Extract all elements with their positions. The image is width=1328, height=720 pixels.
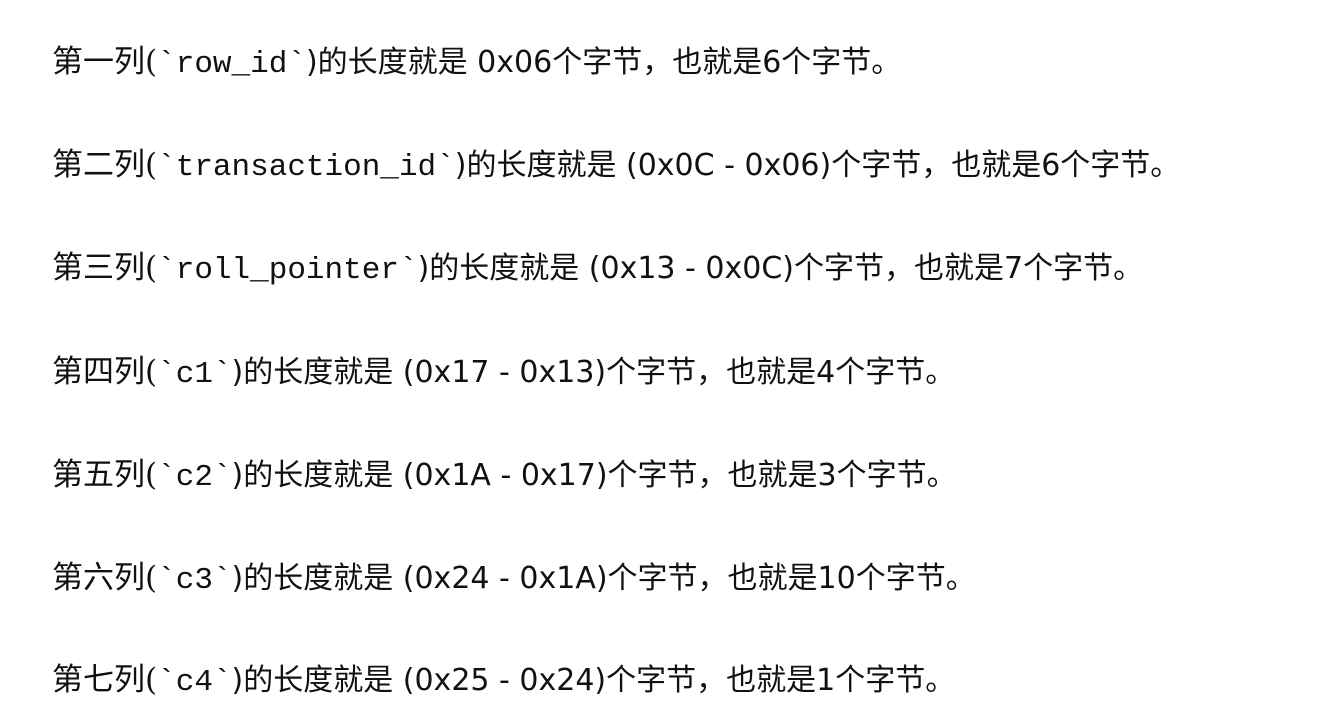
column-name-code: `c2` [157, 460, 232, 495]
paragraph-column-5: 第五列(`c2`)的长度就是 (0x1A - 0x17)个字节，也就是3个字节。 [52, 455, 957, 498]
paragraph-column-4: 第四列(`c1`)的长度就是 (0x17 - 0x13)个字节，也就是4个字节。 [52, 352, 955, 395]
paragraph-column-1: 第一列(`row_id`)的长度就是 0x06个字节，也就是6个字节。 [52, 42, 901, 85]
paragraph-column-2: 第二列(`transaction_id`)的长度就是 (0x0C - 0x06)… [52, 145, 1180, 188]
length-description: )的长度就是 (0x1A - 0x17)个字节，也就是3个字节。 [231, 458, 957, 493]
paragraph-column-6: 第六列(`c3`)的长度就是 (0x24 - 0x1A)个字节，也就是10个字节… [52, 558, 976, 601]
column-label: 第一列( [52, 44, 158, 80]
length-description: )的长度就是 (0x17 - 0x13)个字节，也就是4个字节。 [231, 355, 956, 390]
length-description: )的长度就是 (0x24 - 0x1A)个字节，也就是10个字节。 [231, 561, 976, 596]
column-label: 第三列( [52, 250, 158, 286]
length-description: )的长度就是 (0x0C - 0x06)个字节，也就是6个字节。 [454, 148, 1181, 183]
column-label: 第四列( [52, 354, 158, 390]
column-name-code: `c3` [157, 563, 232, 598]
column-name-code: `roll_pointer` [157, 253, 418, 288]
column-label: 第七列( [52, 662, 158, 698]
paragraph-column-7: 第七列(`c4`)的长度就是 (0x25 - 0x24)个字节，也就是1个字节。 [52, 660, 955, 703]
length-description: )的长度就是 (0x25 - 0x24)个字节，也就是1个字节。 [231, 663, 956, 698]
column-label: 第五列( [52, 457, 158, 493]
column-name-code: `c4` [157, 665, 232, 700]
column-name-code: `row_id` [157, 47, 306, 82]
column-label: 第六列( [52, 560, 158, 596]
column-name-code: `c1` [157, 357, 232, 392]
column-name-code: `transaction_id` [157, 150, 455, 185]
length-description: )的长度就是 (0x13 - 0x0C)个字节，也就是7个字节。 [417, 251, 1144, 286]
column-label: 第二列( [52, 147, 158, 183]
length-description: )的长度就是 0x06个字节，也就是6个字节。 [305, 45, 902, 80]
paragraph-column-3: 第三列(`roll_pointer`)的长度就是 (0x13 - 0x0C)个字… [52, 248, 1143, 291]
